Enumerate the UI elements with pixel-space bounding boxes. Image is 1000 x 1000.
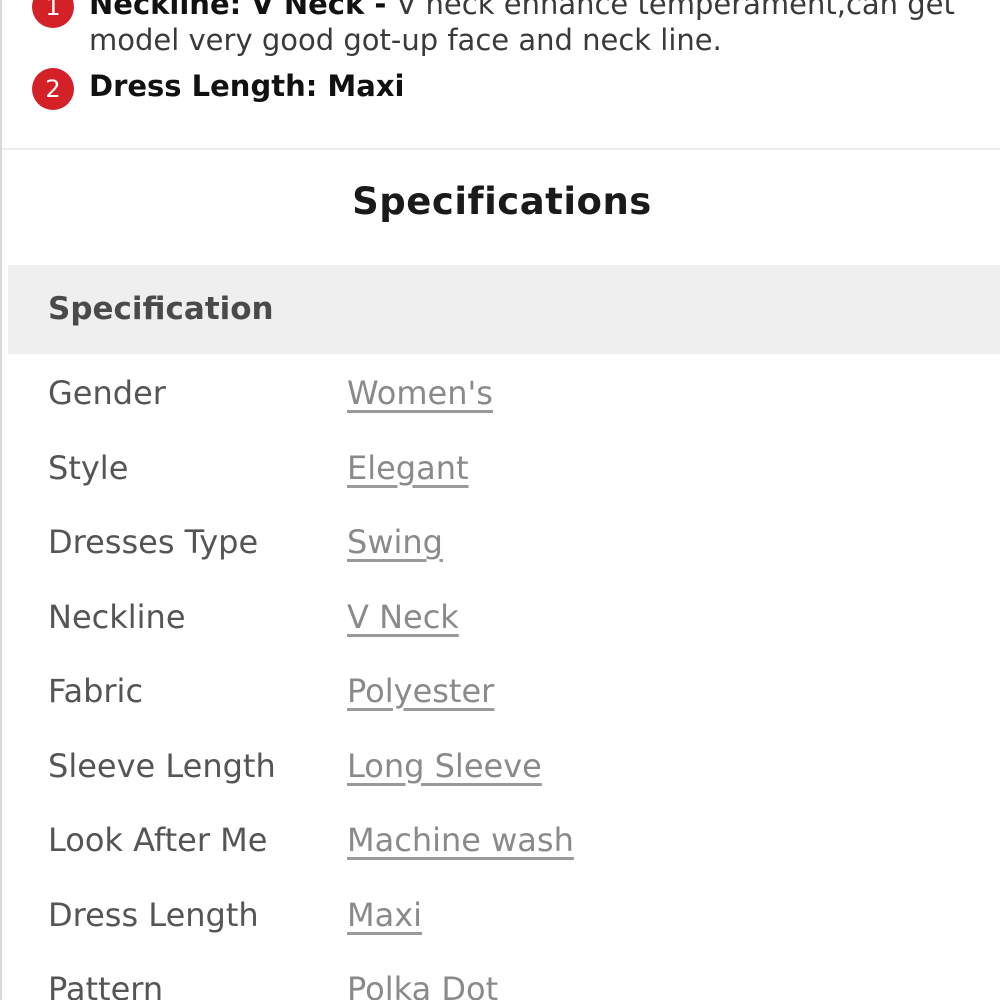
spec-value-link[interactable]: Machine wash (347, 813, 574, 867)
spec-label: Style (48, 448, 129, 487)
spec-label: Pattern (48, 970, 164, 1000)
specification-header: Specification (8, 265, 1000, 354)
spec-row-gender: Gender Women's (2, 366, 1000, 441)
specification-list: Gender Women's Style Elegant Dresses Typ… (2, 366, 1000, 1000)
spec-value-link[interactable]: V Neck (347, 590, 459, 644)
spec-value-link[interactable]: Polyester (347, 664, 494, 718)
highlight-number-badge: 2 (32, 68, 74, 110)
spec-row-neckline: Neckline V Neck (2, 590, 1000, 665)
spec-label: Dresses Type (48, 523, 259, 561)
spec-row-style: Style Elegant (2, 441, 1000, 516)
spec-row-dresses-type: Dresses Type Swing (2, 515, 1000, 590)
specifications-title: Specifications (352, 180, 652, 223)
spec-value-link[interactable]: Polka Dot (347, 962, 498, 1000)
highlight-separator: - (364, 0, 397, 21)
spec-value-link[interactable]: Maxi (347, 888, 422, 942)
product-detail-page: 1 Neckline: V Neck - V neck enhance temp… (0, 0, 1000, 1000)
highlight-item: 2 Dress Length: Maxi (2, 68, 1000, 110)
spec-value-link[interactable]: Elegant (347, 441, 469, 495)
highlight-number-badge: 1 (32, 0, 74, 28)
spec-row-pattern: Pattern Polka Dot (2, 962, 1000, 1000)
highlight-item: 1 Neckline: V Neck - V neck enhance temp… (2, 0, 1000, 58)
spec-row-fabric: Fabric Polyester (2, 664, 1000, 739)
spec-row-sleeve-length: Sleeve Length Long Sleeve (2, 739, 1000, 814)
spec-label: Fabric (48, 672, 144, 710)
section-divider (2, 148, 1000, 150)
spec-label: Look After Me (48, 821, 268, 859)
spec-row-dress-length: Dress Length Maxi (2, 888, 1000, 963)
spec-value-link[interactable]: Women's (347, 366, 493, 420)
spec-row-look-after-me: Look After Me Machine wash (2, 813, 1000, 888)
spec-value-link[interactable]: Long Sleeve (347, 739, 542, 793)
spec-value-link[interactable]: Swing (347, 515, 443, 569)
spec-label: Sleeve Length (48, 746, 276, 785)
highlights-list: 1 Neckline: V Neck - V neck enhance temp… (2, 0, 1000, 114)
spec-label: Dress Length (48, 895, 259, 934)
highlight-title: Neckline: V Neck (89, 0, 365, 21)
spec-label: Neckline (48, 597, 186, 636)
spec-label: Gender (48, 374, 166, 412)
highlight-title: Dress Length: Maxi (89, 69, 405, 103)
